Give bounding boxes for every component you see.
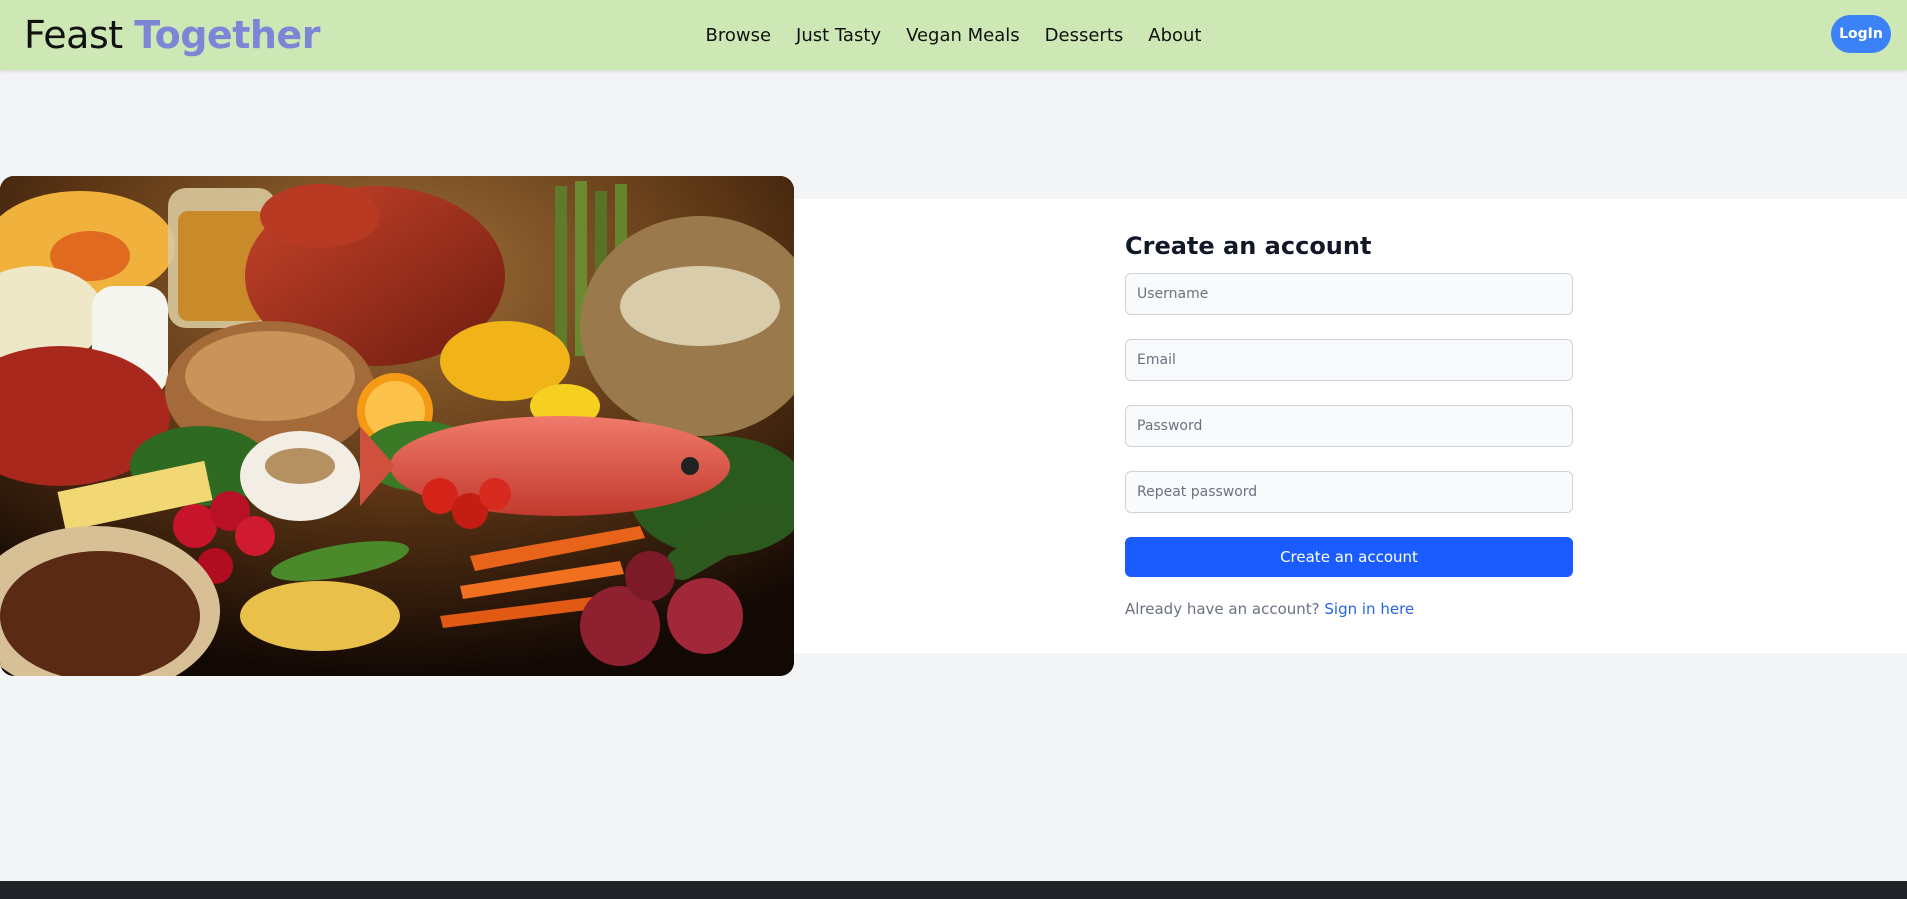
login-button[interactable]: LogIn	[1831, 15, 1891, 53]
nav-just-tasty[interactable]: Just Tasty	[796, 25, 881, 46]
food-illustration	[0, 176, 794, 676]
brand-logo[interactable]: Feast Together	[24, 12, 320, 58]
signin-link[interactable]: Sign in here	[1324, 600, 1414, 618]
password-input[interactable]	[1125, 405, 1573, 447]
brand-word-feast: Feast	[24, 13, 123, 57]
page-footer	[0, 881, 1907, 899]
username-input[interactable]	[1125, 273, 1573, 315]
nav-vegan-meals[interactable]: Vegan Meals	[906, 25, 1020, 46]
email-input[interactable]	[1125, 339, 1573, 381]
signin-prompt-text: Already have an account?	[1125, 600, 1320, 618]
nav-browse[interactable]: Browse	[706, 25, 772, 46]
repeat-password-input[interactable]	[1125, 471, 1573, 513]
nav-desserts[interactable]: Desserts	[1045, 25, 1124, 46]
hero-food-image	[0, 176, 794, 676]
create-account-button[interactable]: Create an account	[1125, 537, 1573, 577]
brand-word-together: Together	[134, 13, 320, 57]
nav-about[interactable]: About	[1148, 25, 1201, 46]
signin-prompt: Already have an account? Sign in here	[1125, 600, 1414, 618]
signup-form: Create an account Create an account Alre…	[1125, 230, 1573, 618]
form-title: Create an account	[1125, 232, 1372, 260]
top-navbar: Feast Together Browse Just Tasty Vegan M…	[0, 0, 1907, 70]
